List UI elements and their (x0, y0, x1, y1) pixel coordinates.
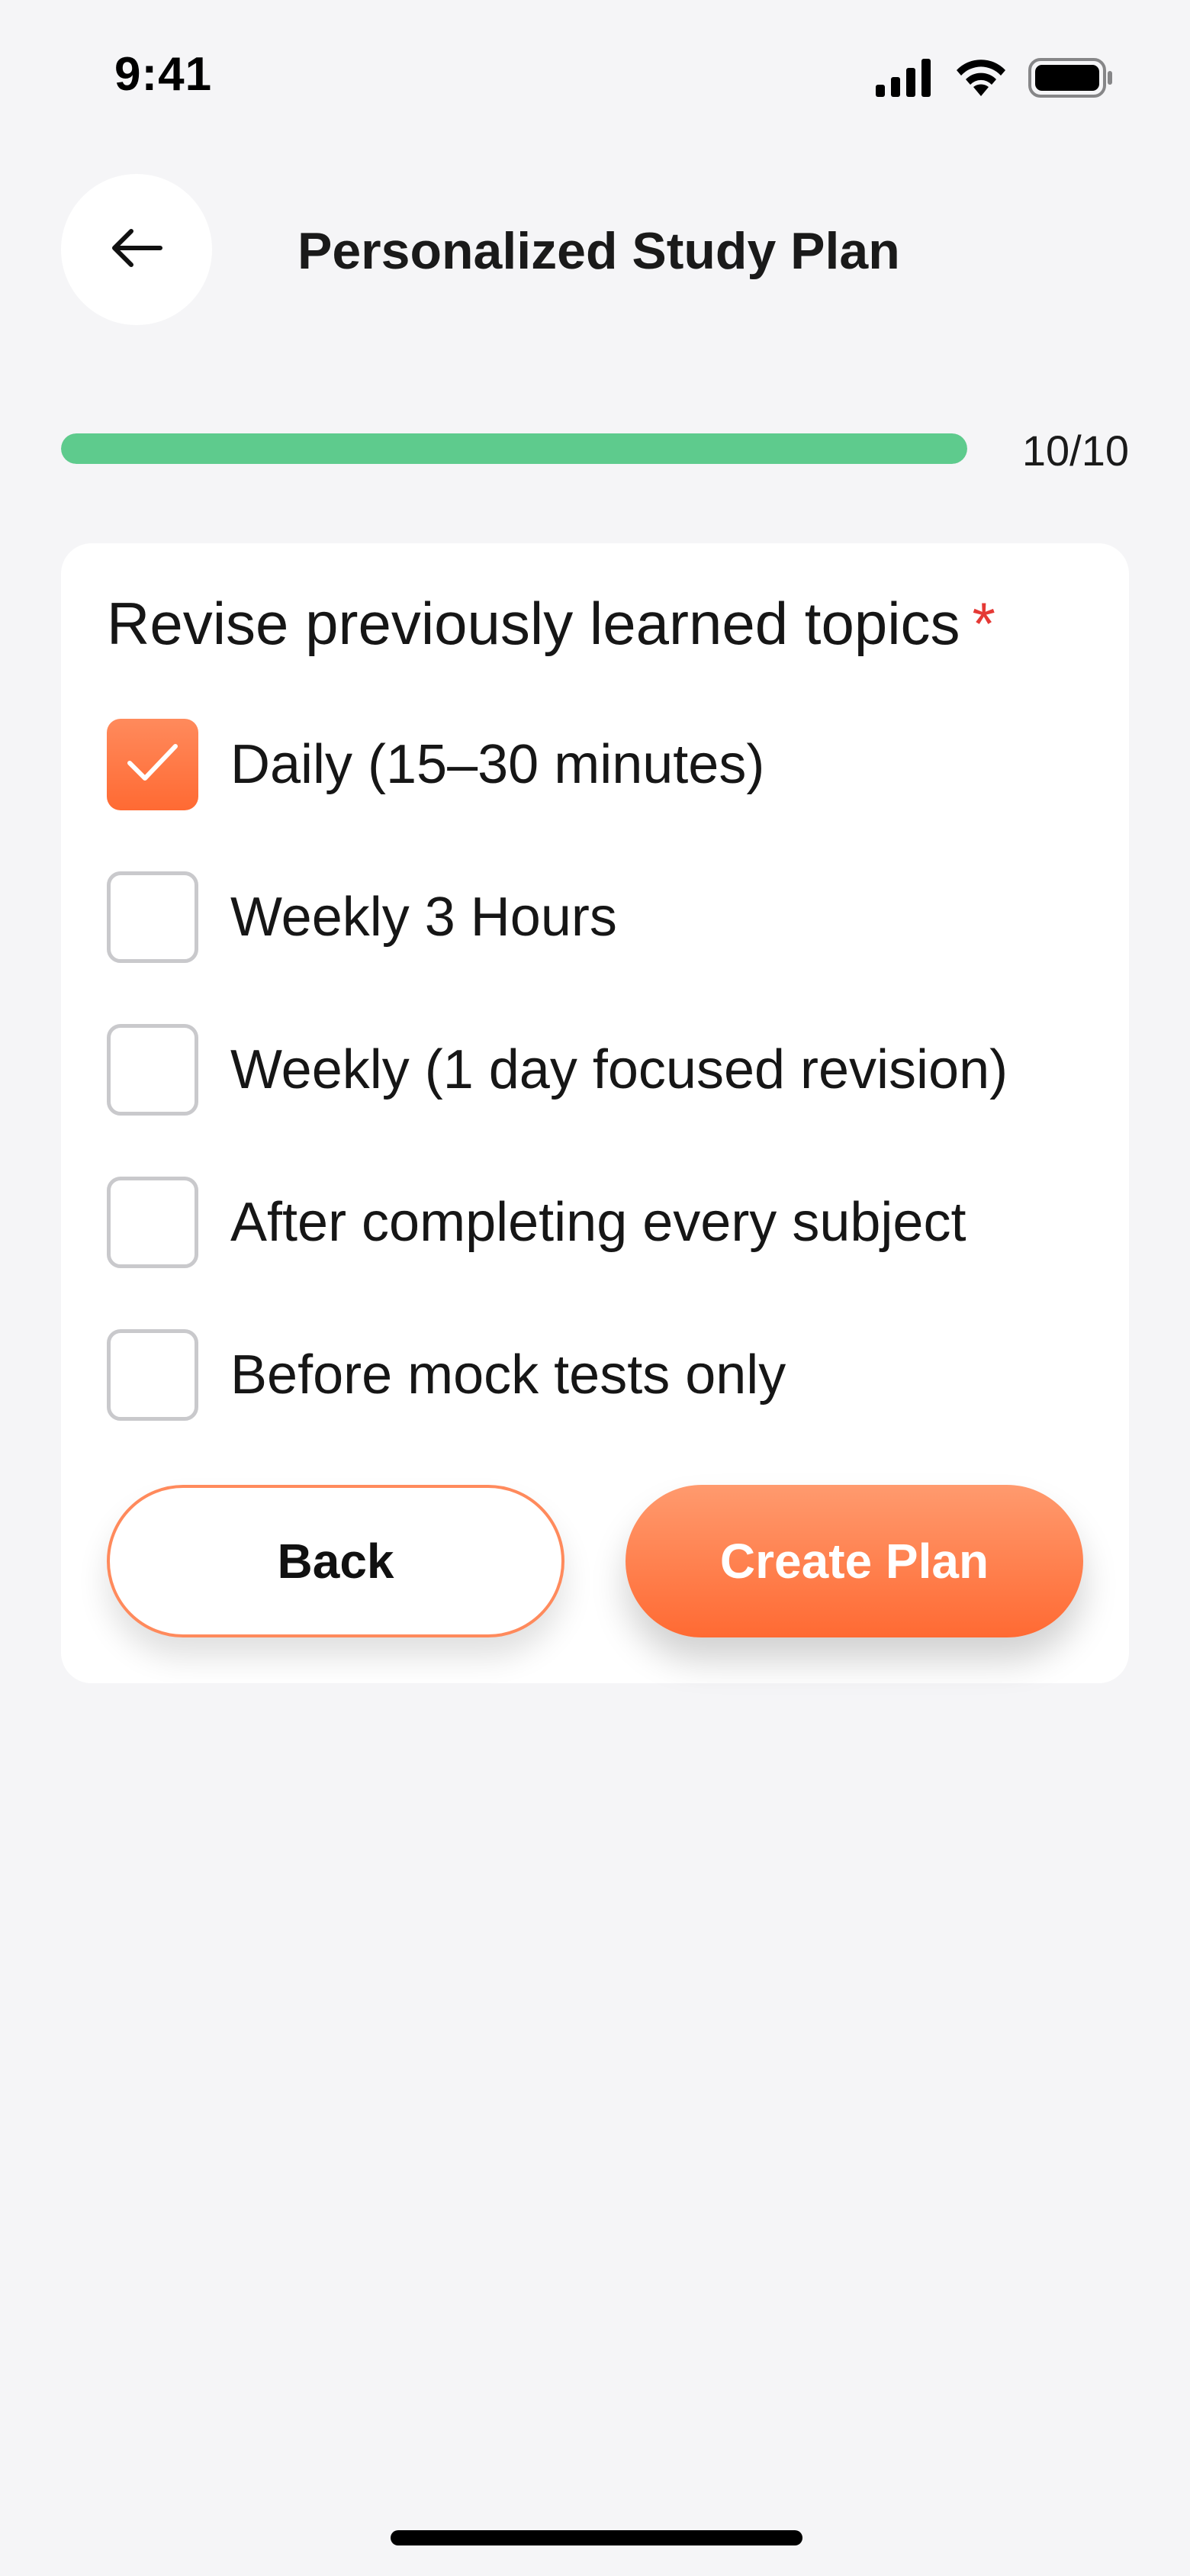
option-weekly-focused[interactable]: Weekly (1 day focused revision) (107, 1024, 1008, 1116)
option-label: Daily (15–30 minutes) (230, 734, 765, 795)
checkbox[interactable] (107, 1329, 198, 1421)
checkbox[interactable] (107, 1177, 198, 1268)
option-label: Before mock tests only (230, 1344, 786, 1406)
wifi-icon (954, 58, 1008, 98)
option-after-subject[interactable]: After completing every subject (107, 1177, 966, 1268)
question-text: Revise previously learned topics (107, 590, 960, 657)
question-title: Revise previously learned topics * (107, 589, 995, 658)
checkbox[interactable] (107, 871, 198, 963)
checkbox[interactable] (107, 1024, 198, 1116)
page-title: Personalized Study Plan (298, 222, 900, 280)
option-label: After completing every subject (230, 1192, 966, 1253)
progress-fill (61, 433, 967, 464)
create-plan-button[interactable]: Create Plan (626, 1485, 1083, 1637)
option-before-mock-tests[interactable]: Before mock tests only (107, 1329, 786, 1421)
back-nav-button[interactable] (61, 174, 212, 325)
question-card: Revise previously learned topics * Daily … (61, 543, 1129, 1683)
option-label: Weekly 3 Hours (230, 887, 617, 948)
arrow-left-icon (110, 227, 163, 273)
progress-counter: 10/10 (1021, 427, 1129, 475)
back-button[interactable]: Back (107, 1485, 564, 1637)
required-mark: * (972, 590, 995, 657)
checkbox[interactable] (107, 719, 198, 810)
checkmark-icon (125, 742, 180, 788)
status-time: 9:41 (114, 48, 213, 101)
option-label: Weekly (1 day focused revision) (230, 1039, 1008, 1100)
status-bar: 9:41 (0, 0, 1190, 153)
option-daily[interactable]: Daily (15–30 minutes) (107, 719, 764, 810)
home-indicator[interactable] (391, 2530, 802, 2545)
cellular-signal-icon (876, 59, 934, 97)
progress-bar (61, 433, 967, 464)
status-icons (876, 58, 1114, 98)
option-weekly-3-hours[interactable]: Weekly 3 Hours (107, 871, 617, 963)
battery-icon (1028, 58, 1114, 98)
